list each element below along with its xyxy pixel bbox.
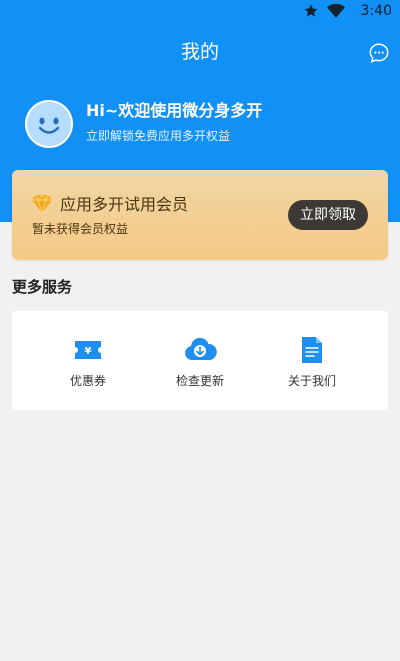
vip-membership-card[interactable]: 应用多开试用会员 暂未获得会员权益 立即领取 <box>12 170 388 260</box>
avatar[interactable] <box>25 100 73 148</box>
smiley-avatar-icon <box>27 102 71 146</box>
vip-title: 应用多开试用会员 <box>60 195 189 214</box>
coupon-icon: ¥ <box>75 341 101 359</box>
page-title: 我的 <box>180 41 219 63</box>
title-bar: 我的 <box>0 38 400 68</box>
claim-button[interactable]: 立即领取 <box>288 200 368 230</box>
service-check-update[interactable]: 检查更新 <box>150 311 250 410</box>
document-icon <box>302 337 322 363</box>
message-icon <box>369 43 389 63</box>
diamond-icon <box>32 194 52 214</box>
message-button[interactable] <box>368 42 390 64</box>
service-label: 优惠券 <box>69 374 106 388</box>
service-about-us[interactable]: 关于我们 <box>262 311 362 410</box>
star-icon <box>304 4 318 17</box>
greeting-text: Hi~欢迎使用微分身多开 <box>86 101 263 120</box>
service-coupon[interactable]: ¥ 优惠券 <box>38 311 138 410</box>
status-bar: 3:40 <box>0 0 400 24</box>
section-title-more-services: 更多服务 <box>12 278 73 296</box>
vip-subtitle: 暂未获得会员权益 <box>32 222 129 236</box>
service-label: 检查更新 <box>175 374 224 388</box>
cloud-download-icon <box>185 337 217 360</box>
wifi-icon <box>326 3 345 18</box>
status-time: 3:40 <box>360 3 392 19</box>
services-card: ¥ 优惠券 检查更新 关于我们 <box>12 311 388 410</box>
service-label: 关于我们 <box>287 374 336 388</box>
greeting-subtitle: 立即解锁免费应用多开权益 <box>86 129 231 143</box>
svg-text:¥: ¥ <box>85 346 92 357</box>
